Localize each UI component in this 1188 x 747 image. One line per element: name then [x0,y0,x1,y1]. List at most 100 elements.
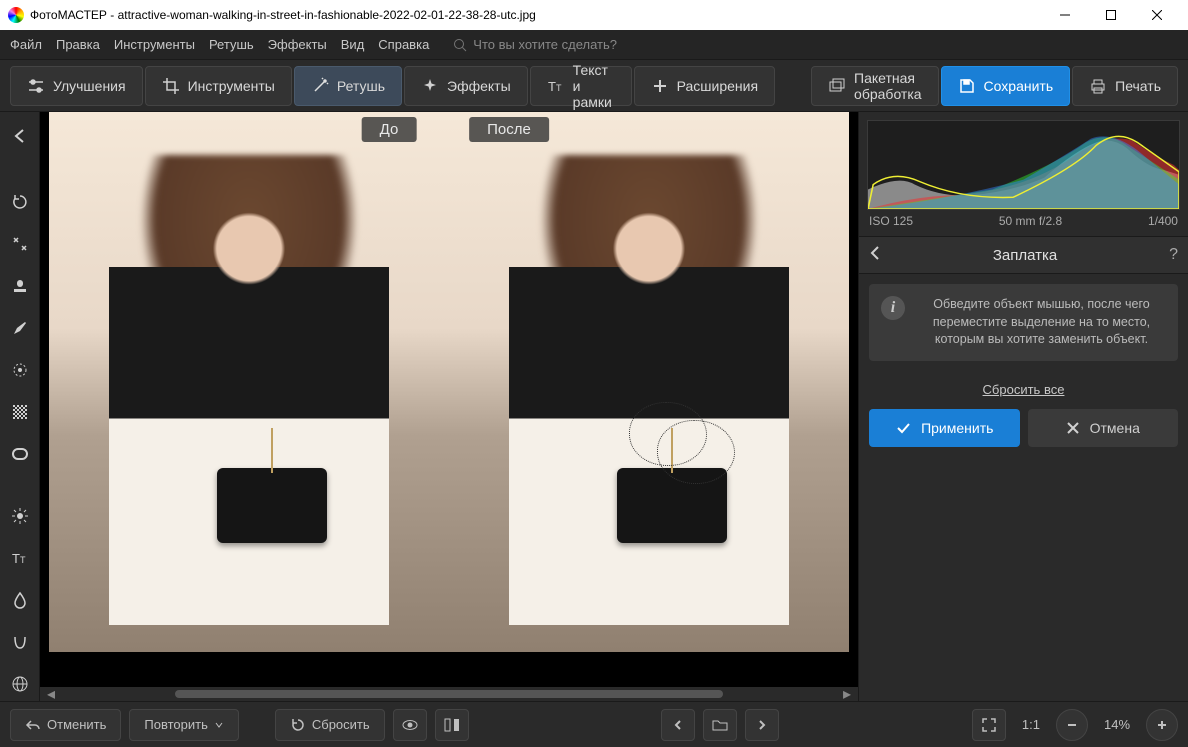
after-image: После [449,112,849,652]
back-arrow-icon[interactable] [4,120,36,152]
minus-icon [1065,718,1079,732]
undo-button[interactable]: Отменить [10,709,121,741]
canvas-area: До После ◂ ▸ [40,112,858,701]
compare-icon [443,717,461,733]
tab-effects[interactable]: Эффекты [404,66,528,106]
before-image: До [49,112,449,652]
plus-icon [651,77,669,95]
menu-tools[interactable]: Инструменты [114,37,195,52]
shutter-value: 1/400 [1148,214,1178,228]
stamp-icon[interactable] [4,270,36,302]
reset-all-link[interactable]: Сбросить все [983,382,1065,397]
right-panel: ISO 125 50 mm f/2.8 1/400 Заплатка ? i О… [858,112,1188,701]
menu-effects[interactable]: Эффекты [268,37,327,52]
folder-icon [712,718,728,732]
text-icon: TT [547,77,565,95]
radial-icon[interactable] [4,354,36,386]
left-toolbox: TT [0,112,40,701]
browse-button[interactable] [703,709,737,741]
print-button[interactable]: Печать [1072,66,1178,106]
menu-file[interactable]: Файл [10,37,42,52]
menu-retouch[interactable]: Ретушь [209,37,254,52]
menu-view[interactable]: Вид [341,37,365,52]
canvas[interactable]: До После [40,112,858,687]
reset-button[interactable]: Сбросить [275,709,385,741]
chevron-down-icon [214,720,224,730]
before-label: До [362,117,417,142]
scroll-thumb[interactable] [175,690,722,698]
help-icon[interactable]: ? [1169,246,1178,264]
crop-icon [162,77,180,95]
tab-retouch[interactable]: Ретушь [294,66,402,106]
globe-icon[interactable] [4,668,36,700]
tab-tools[interactable]: Инструменты [145,66,292,106]
redo-button[interactable]: Повторить [129,709,238,741]
search-placeholder: Что вы хотите сделать? [473,37,617,52]
hint-box: i Обведите объект мышью, после чего пере… [869,284,1178,361]
panel-back-icon[interactable] [869,245,881,266]
menu-help[interactable]: Справка [378,37,429,52]
close-button[interactable] [1134,0,1180,30]
face-icon[interactable] [4,626,36,658]
menubar: Файл Правка Инструменты Ретушь Эффекты В… [0,30,1188,60]
titlebar: ФотоМАСТЕР - attractive-woman-walking-in… [0,0,1188,30]
main-toolbar: Улучшения Инструменты Ретушь Эффекты TT … [0,60,1188,112]
text-tool-icon[interactable]: TT [4,542,36,574]
tab-extensions[interactable]: Расширения [634,66,775,106]
next-button[interactable] [745,709,779,741]
tab-text-frames[interactable]: TT Текст и рамки [530,66,632,106]
batch-icon [828,77,846,95]
prev-button[interactable] [661,709,695,741]
undo-icon [25,718,41,732]
reset-icon [290,717,306,733]
eye-icon [401,718,419,732]
maximize-button[interactable] [1088,0,1134,30]
save-button[interactable]: Сохранить [941,66,1071,106]
drop-icon[interactable] [4,584,36,616]
apply-button[interactable]: Применить [869,409,1020,447]
wand-icon [311,77,329,95]
chevron-right-icon [757,719,767,731]
iso-value: ISO 125 [869,214,913,228]
sliders-icon [27,77,45,95]
bottom-bar: Отменить Повторить Сбросить 1:1 14% [0,701,1188,747]
after-label: После [469,117,549,142]
sparkle-icon [421,77,439,95]
scroll-left-icon[interactable]: ◂ [44,687,58,701]
search-icon [453,38,467,52]
ratio-label[interactable]: 1:1 [1014,717,1048,732]
panel-header: Заплатка ? [859,236,1188,274]
panel-title: Заплатка [993,247,1057,264]
zoom-out-button[interactable] [1056,709,1088,741]
horizontal-scrollbar[interactable]: ◂ ▸ [40,687,858,701]
sun-icon[interactable] [4,500,36,532]
rotate-icon[interactable] [4,186,36,218]
batch-button[interactable]: Пакетная обработка [811,66,939,106]
histogram-chart[interactable] [867,120,1180,210]
scroll-right-icon[interactable]: ▸ [840,687,854,701]
chevron-left-icon [673,719,683,731]
check-icon [895,420,911,436]
eye-button[interactable] [393,709,427,741]
svg-text:T: T [20,555,26,565]
brush-icon[interactable] [4,312,36,344]
gradient-icon[interactable] [4,396,36,428]
minimize-button[interactable] [1042,0,1088,30]
svg-text:T: T [548,79,556,94]
cancel-button[interactable]: Отмена [1028,409,1179,447]
fit-button[interactable] [972,709,1006,741]
svg-text:T: T [12,551,20,566]
menu-search[interactable]: Что вы хотите сделать? [453,37,617,52]
lens-value: 50 mm f/2.8 [999,214,1062,228]
menu-edit[interactable]: Правка [56,37,100,52]
heal-icon[interactable] [4,228,36,260]
tab-enhance[interactable]: Улучшения [10,66,143,106]
app-logo-icon [8,7,24,23]
compare-button[interactable] [435,709,469,741]
vignette-icon[interactable] [4,438,36,470]
plus-icon [1155,718,1169,732]
histogram: ISO 125 50 mm f/2.8 1/400 [859,112,1188,236]
info-icon: i [881,296,905,320]
zoom-in-button[interactable] [1146,709,1178,741]
fit-icon [981,717,997,733]
